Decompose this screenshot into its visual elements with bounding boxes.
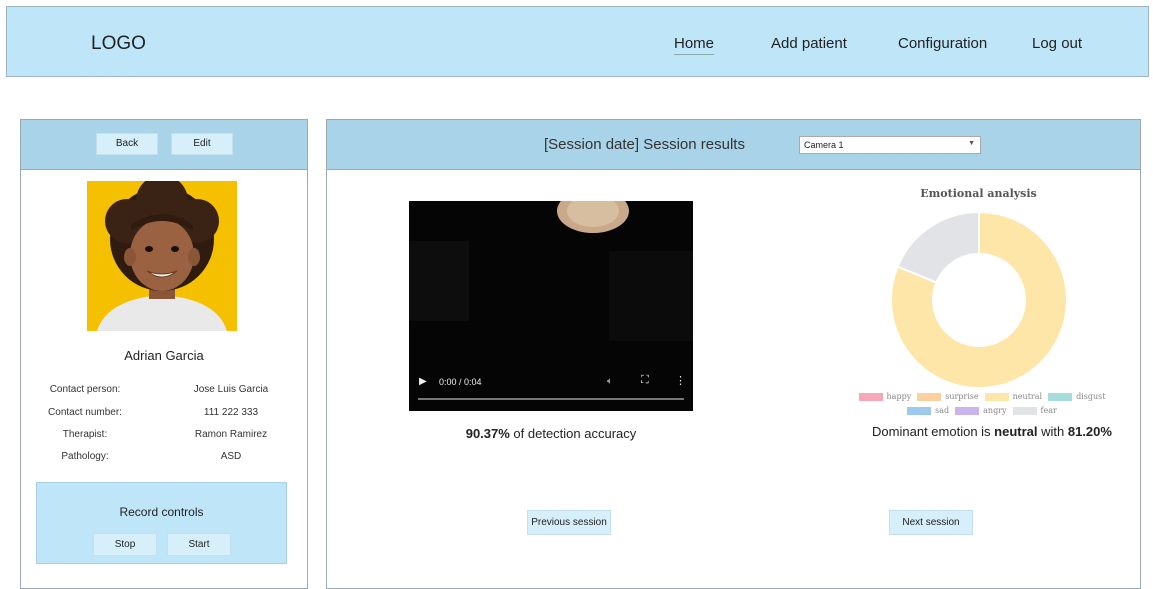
legend-item-surprise: surprise [917,392,979,401]
legend-item-neutral: neutral [984,392,1043,401]
camera-select[interactable]: Camera 1 ▼ [799,136,981,154]
legend-item-angry: angry [955,406,1007,415]
pathology-value: ASD [220,451,242,462]
session-title: [Session date] Session results [544,136,745,153]
nav-log-out[interactable]: Log out [1032,35,1082,52]
patient-photo-illustration [87,181,237,331]
legend-label: sad [935,406,950,415]
record-controls-box: Record controls Stop Start [36,482,287,564]
patient-panel: Back Edit Adrian Garcia Contact person: … [20,119,308,589]
legend-label: surprise [945,392,979,401]
therapist-label: Therapist: [62,429,108,440]
contact-person-label: Contact person: [49,384,121,395]
video-time: 0:00 / 0:04 [439,377,482,387]
legend-swatch [1048,393,1073,401]
camera-select-value: Camera 1 [804,140,844,150]
legend-item-fear: fear [1012,406,1057,415]
legend-label: fear [1040,406,1057,415]
previous-session-button[interactable]: Previous session [527,510,611,535]
chevron-down-icon: ▼ [968,140,975,147]
logo: LOGO [91,33,146,54]
next-session-button[interactable]: Next session [889,510,973,535]
stop-button[interactable]: Stop [93,533,157,556]
record-controls-title: Record controls [119,505,204,519]
legend-item-disgust: disgust [1048,392,1105,401]
detection-accuracy: 90.37% of detection accuracy [409,426,693,441]
legend-label: angry [983,406,1007,415]
pathology-label: Pathology: [61,451,109,462]
nav-configuration[interactable]: Configuration [898,35,987,52]
dominant-emotion: Dominant emotion is neutral with 81.20% [847,424,1137,439]
session-panel: [Session date] Session results Camera 1 … [326,119,1141,589]
patient-photo [87,181,237,331]
fullscreen-icon[interactable]: ⛶ [641,374,649,387]
legend-label: disgust [1076,392,1106,401]
edit-button[interactable]: Edit [171,133,233,155]
contact-person-value: Jose Luis Garcia [193,384,269,395]
volume-icon[interactable]: 🔈︎ [607,376,613,387]
legend-swatch [984,393,1009,401]
legend-swatch [955,407,980,415]
session-panel-header: [Session date] Session results Camera 1 … [327,120,1140,170]
emotion-donut-chart [890,210,1068,389]
legend-swatch [907,407,932,415]
video-player[interactable]: ▶ 0:00 / 0:04 🔈︎ ⛶ ⋮ [409,201,693,411]
patient-name: Adrian Garcia [124,348,204,363]
back-button[interactable]: Back [96,133,158,155]
legend-swatch [858,393,883,401]
patient-panel-header: Back Edit [21,120,307,170]
nav-add-patient[interactable]: Add patient [771,35,847,52]
dominant-mid: with [1037,424,1068,439]
legend-swatch [1012,407,1037,415]
start-button[interactable]: Start [167,533,231,556]
legend-item-sad: sad [907,406,949,415]
contact-number-value: 111 222 333 [203,407,259,418]
dominant-prefix: Dominant emotion is [872,424,995,439]
therapist-value: Ramon Ramirez [194,429,268,440]
dominant-emotion-value: 81.20% [1067,424,1112,439]
accuracy-value: 90.37% [465,426,510,441]
play-icon[interactable]: ▶ [419,376,427,387]
top-navbar: LOGO Home Add patient Configuration Log … [6,6,1149,77]
chart-legend: happy surprise neutral disgust sad angry fear [837,390,1127,418]
donut-slice-fear [896,210,980,284]
legend-swatch [917,393,942,401]
contact-number-label: Contact number: [48,407,122,418]
chart-title: Emotional analysis [920,187,1037,200]
accuracy-text: of detection accuracy [509,426,637,441]
legend-label: happy [886,392,912,401]
dominant-emotion-name: neutral [994,424,1038,439]
legend-item-happy: happy [858,392,912,401]
legend-label: neutral [1012,392,1043,401]
nav-home[interactable]: Home [674,35,715,55]
more-options-icon[interactable]: ⋮ [675,374,686,387]
